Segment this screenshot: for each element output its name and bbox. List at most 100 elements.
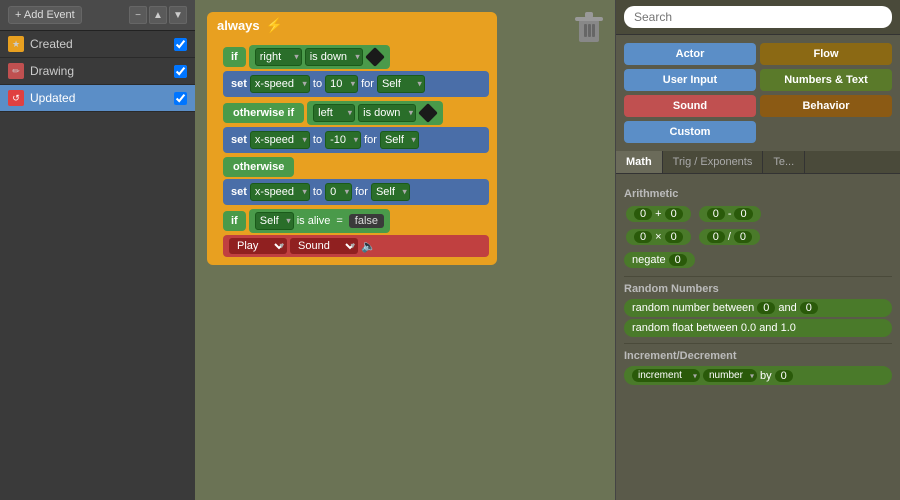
add-block[interactable]: 0 + 0 [626, 206, 691, 222]
cat-flow-button[interactable]: Flow [760, 43, 892, 65]
sidebar-controls: − ▲ ▼ [129, 6, 187, 24]
is-alive-label: is alive [297, 215, 331, 227]
search-bar [616, 0, 900, 35]
for-label-2: for [364, 134, 377, 146]
set2-target[interactable]: Self [380, 131, 419, 149]
sidebar: + Add Event − ▲ ▼ ★ Created ✏ Drawing ↺ … [0, 0, 195, 500]
updated-checkbox[interactable] [174, 92, 187, 105]
set1-target[interactable]: Self Other [377, 75, 425, 93]
updated-label: Updated [30, 91, 174, 105]
created-checkbox[interactable] [174, 38, 187, 51]
sidebar-item-created[interactable]: ★ Created [0, 31, 195, 58]
random-label: Random Numbers [624, 283, 892, 295]
divider-1 [624, 276, 892, 277]
arithmetic-row-1: 0 + 0 0 - 0 [624, 204, 892, 224]
search-input[interactable] [624, 6, 892, 28]
add-left: 0 [634, 208, 652, 220]
set3-var[interactable]: x-speed [250, 183, 310, 201]
cat-sound-button[interactable]: Sound [624, 95, 756, 117]
negate-block[interactable]: negate 0 [624, 252, 695, 268]
oif-op-select[interactable]: is down is up [358, 104, 416, 122]
if1-op-select[interactable]: is down is up [305, 48, 363, 66]
tab-math[interactable]: Math [616, 151, 663, 173]
drawing-label: Drawing [30, 64, 174, 78]
inc-val: 0 [775, 370, 793, 382]
tab-trig[interactable]: Trig / Exponents [663, 151, 764, 173]
sub-left: 0 [707, 208, 725, 220]
otherwise-if-keyword: otherwise if [223, 103, 304, 123]
cat-custom-button[interactable]: Custom [624, 121, 756, 143]
set2-val[interactable]: -10 [325, 131, 361, 149]
if-keyword-1: if [223, 47, 246, 67]
sidebar-up-button[interactable]: ▲ [149, 6, 167, 24]
sidebar-item-drawing[interactable]: ✏ Drawing [0, 58, 195, 85]
otherwise-block: otherwise set x-speed to 0 for [223, 157, 489, 205]
equals-label: = [336, 215, 342, 227]
blocks-panel: Arithmetic 0 + 0 0 - 0 0 × 0 0 / 0 [616, 174, 900, 500]
trash-icon[interactable] [575, 12, 603, 47]
created-icon: ★ [8, 36, 24, 52]
random-int-block[interactable]: random number between 0 and 0 [624, 299, 892, 317]
cat-numtext-button[interactable]: Numbers & Text [760, 69, 892, 91]
sidebar-minus-button[interactable]: − [129, 6, 147, 24]
mul-right: 0 [665, 231, 683, 243]
inc-action-select[interactable]: increment decrement [632, 369, 700, 382]
drawing-checkbox[interactable] [174, 65, 187, 78]
inc-target-select[interactable]: number [703, 369, 757, 382]
set1-var[interactable]: x-speed y-speed [250, 75, 310, 93]
drawing-icon: ✏ [8, 63, 24, 79]
for-label-3: for [355, 186, 368, 198]
if-block-2: if Self is alive = false Play [223, 209, 489, 257]
set3-val[interactable]: 0 [325, 183, 352, 201]
cat-actor-button[interactable]: Actor [624, 43, 756, 65]
play-select[interactable]: Play [229, 238, 287, 254]
to-label-1: to [313, 78, 322, 90]
random-float-block[interactable]: random float between 0.0 and 1.0 [624, 319, 892, 337]
to-label-3: to [313, 186, 322, 198]
if2-self-select[interactable]: Self [255, 212, 294, 230]
increment-block[interactable]: increment decrement number by 0 [624, 366, 892, 385]
canvas-area: always ⚡ if right left up down [195, 0, 615, 500]
created-label: Created [30, 37, 174, 51]
mul-left: 0 [634, 231, 652, 243]
set3-target[interactable]: Self [371, 183, 410, 201]
set-block-1: set x-speed y-speed to 10 5 for [223, 71, 489, 97]
set-kw-1: set [231, 78, 247, 90]
sub-block[interactable]: 0 - 0 [699, 206, 761, 222]
if1-key-select[interactable]: right left up down [255, 48, 302, 66]
mul-block[interactable]: 0 × 0 [626, 229, 691, 245]
lightning-icon: ⚡ [266, 17, 283, 34]
set-block-3: set x-speed to 0 for Self [223, 179, 489, 205]
random-and: and [778, 302, 796, 314]
negate-label: negate [632, 254, 666, 266]
if1-diamond [365, 47, 385, 67]
always-header: always ⚡ [207, 12, 497, 39]
cat-userinput-button[interactable]: User Input [624, 69, 756, 91]
blocks-inner: if right left up down is down is up [207, 39, 497, 265]
set2-var[interactable]: x-speed [250, 131, 310, 149]
tabs-row: Math Trig / Exponents Te... [616, 151, 900, 174]
if-block-1: if right left up down is down is up [223, 45, 489, 97]
increment-label: Increment/Decrement [624, 350, 892, 362]
sound-select[interactable]: Sound [290, 238, 358, 254]
sidebar-down-button[interactable]: ▼ [169, 6, 187, 24]
arithmetic-label: Arithmetic [624, 188, 892, 200]
if-condition-1: right left up down is down is up [249, 45, 390, 69]
oif-diamond [418, 103, 438, 123]
otherwise-if-block: otherwise if left right is down is up [223, 101, 489, 153]
random-float-label: random float between 0.0 and 1.0 [632, 322, 796, 334]
set1-val[interactable]: 10 5 [325, 75, 358, 93]
add-right: 0 [665, 208, 683, 220]
cat-behavior-button[interactable]: Behavior [760, 95, 892, 117]
oif-key-select[interactable]: left right [313, 104, 355, 122]
negate-val: 0 [669, 254, 687, 266]
volume-icon: 🔈 [361, 239, 376, 253]
sub-right: 0 [734, 208, 752, 220]
div-block[interactable]: 0 / 0 [699, 229, 760, 245]
random-a: 0 [757, 302, 775, 314]
otherwise-keyword: otherwise [223, 157, 294, 177]
by-label: by [760, 370, 772, 382]
add-event-button[interactable]: + Add Event [8, 6, 82, 24]
tab-text[interactable]: Te... [763, 151, 805, 173]
sidebar-item-updated[interactable]: ↺ Updated [0, 85, 195, 112]
